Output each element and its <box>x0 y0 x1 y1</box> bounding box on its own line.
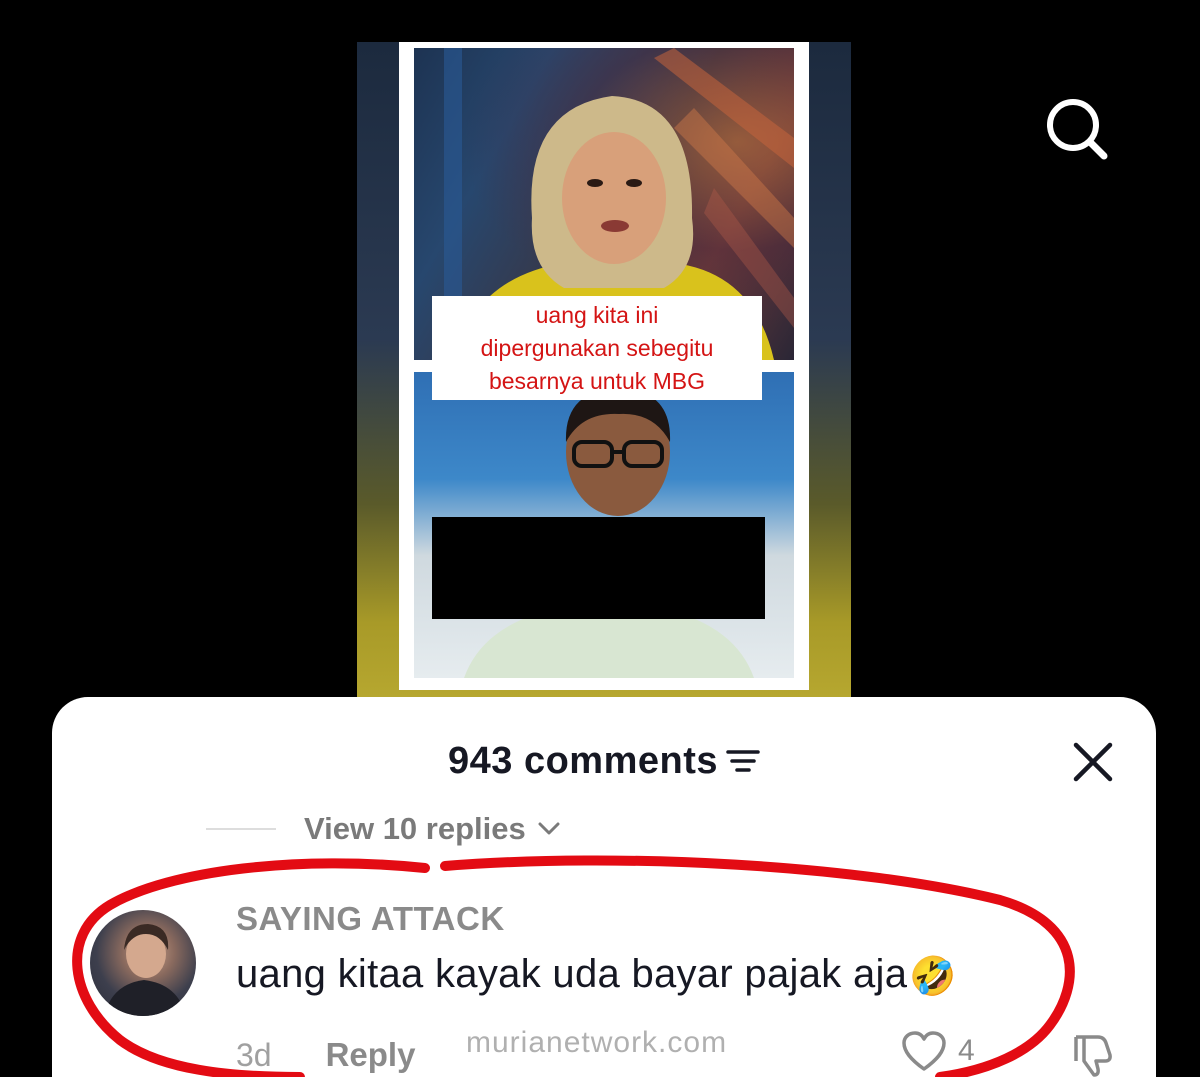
redaction-bar <box>432 517 765 619</box>
comments-count-title: 943 comments <box>447 739 718 782</box>
search-icon[interactable] <box>1040 92 1112 164</box>
view-replies-button[interactable]: View 10 replies <box>206 809 560 849</box>
video-caption-text: uang kita ini dipergunakan sebegitu besa… <box>480 301 714 394</box>
close-icon[interactable] <box>1070 739 1116 785</box>
comment-body: uang kitaa kayak uda bayar pajak aja🤣 <box>236 952 957 999</box>
video-caption: uang kita ini dipergunakan sebegitu besa… <box>432 296 762 400</box>
like-button[interactable]: 4 <box>900 1029 975 1073</box>
heart-icon <box>902 1031 946 1071</box>
dislike-button[interactable] <box>1068 1031 1116 1077</box>
screen: uang kita ini dipergunakan sebegitu besa… <box>0 0 1200 1077</box>
reply-button[interactable]: Reply <box>326 1036 416 1074</box>
comment-text: uang kitaa kayak uda bayar pajak aja <box>236 952 908 996</box>
chevron-down-icon <box>538 822 560 835</box>
thumbs-down-icon <box>1074 1035 1112 1077</box>
watermark: murianetwork.com <box>466 1026 728 1059</box>
comment-timestamp: 3d <box>236 1036 272 1073</box>
comment-username[interactable]: SAYING ATTACK <box>236 900 505 938</box>
comments-sheet: 943 comments View 10 replies SAYING ATTA… <box>52 697 1156 1077</box>
filter-icon[interactable] <box>726 746 760 776</box>
comments-header: 943 comments <box>52 733 1156 789</box>
comment-meta: 3d Reply <box>236 1033 415 1077</box>
avatar[interactable] <box>90 910 196 1016</box>
like-count: 4 <box>958 1034 975 1067</box>
rofl-emoji-icon: 🤣 <box>909 956 957 998</box>
view-replies-label: View 10 replies <box>304 811 526 846</box>
